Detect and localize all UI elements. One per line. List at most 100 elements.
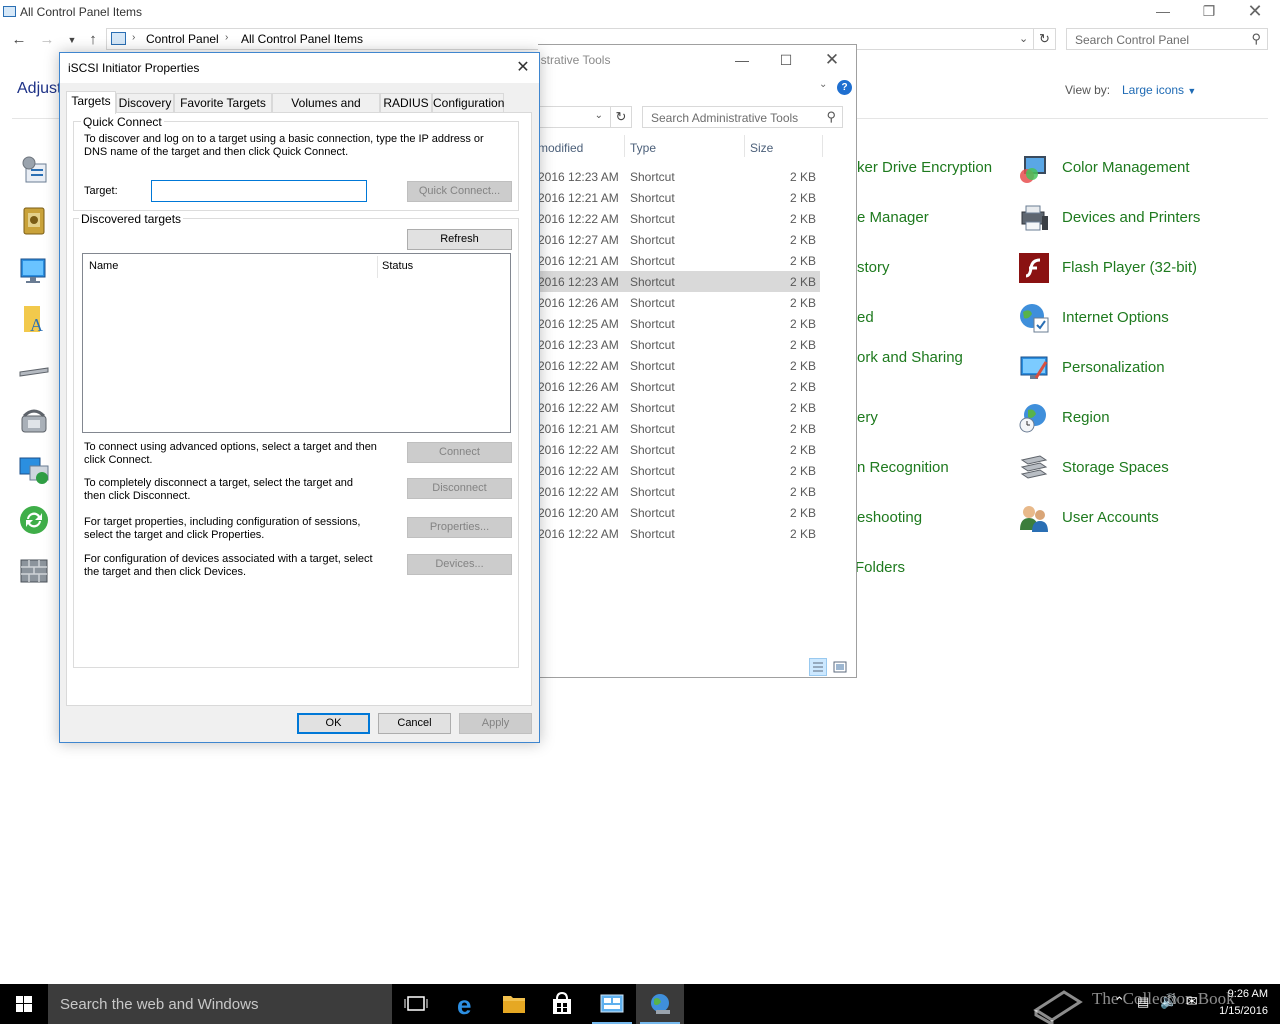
cp-item-personalization[interactable]: Personalization [1062,359,1165,376]
cp-item-file-history[interactable]: story [857,259,890,276]
store-icon[interactable] [538,984,586,1024]
cp-item-region[interactable]: Region [1062,409,1110,426]
control-panel-taskbar-icon[interactable] [588,984,636,1024]
tab-configuration[interactable]: Configuration [432,93,504,113]
file-list-row[interactable]: 2016 12:26 AM Shortcut 2 KB [538,292,820,313]
file-list-row[interactable]: 2016 12:26 AM Shortcut 2 KB [538,376,820,397]
taskbar-search-box[interactable]: Search the web and Windows [48,984,392,1024]
devices-button[interactable]: Devices... [407,554,512,575]
column-divider[interactable] [822,135,823,157]
close-button[interactable]: ✕ [1232,0,1278,24]
file-list-row[interactable]: 2016 12:25 AM Shortcut 2 KB [538,313,820,334]
file-list-row[interactable]: 2016 12:20 AM Shortcut 2 KB [538,502,820,523]
cp-item-work-folders[interactable]: Folders [855,559,905,576]
cp-item-devices-and-printers[interactable]: Devices and Printers [1062,209,1200,226]
file-list-row[interactable]: 2016 12:22 AM Shortcut 2 KB [538,481,820,502]
large-icons-view-icon[interactable] [831,658,849,676]
quick-connect-button[interactable]: Quick Connect... [407,181,512,202]
address-dropdown-chevron-icon[interactable]: ⌄ [595,110,603,121]
cp-item-credential-manager[interactable]: e Manager [857,209,929,226]
details-view-icon[interactable] [809,658,827,676]
tab-favorite-targets[interactable]: Favorite Targets [174,93,272,113]
cp-item-network-sharing[interactable]: ork and Sharing [857,349,963,366]
up-arrow-icon[interactable]: ↑ [83,30,103,50]
file-list-row[interactable]: 2016 12:21 AM Shortcut 2 KB [538,250,820,271]
ribbon-expand-chevron-icon[interactable]: ⌄ [819,79,827,90]
address-dropdown-chevron-icon[interactable]: ⌄ [1019,32,1028,45]
tab-volumes-and-devices[interactable]: Volumes and Devices [272,93,380,128]
user-accounts-icon[interactable] [1018,502,1050,534]
file-list-row[interactable]: 2016 12:21 AM Shortcut 2 KB [538,418,820,439]
fonts-icon[interactable]: A [18,304,50,336]
file-list-row[interactable]: 2016 12:22 AM Shortcut 2 KB [538,355,820,376]
file-list-row[interactable]: 2016 12:27 AM Shortcut 2 KB [538,229,820,250]
cp-item-keyboard-related[interactable]: ed [857,309,874,326]
start-button[interactable] [0,984,48,1024]
file-list-row[interactable]: 2016 12:22 AM Shortcut 2 KB [538,397,820,418]
column-header-type[interactable]: Type [630,141,656,155]
admin-tools-search-input[interactable]: Search Administrative Tools ⚲ [642,106,843,128]
tab-targets[interactable]: Targets [66,91,116,114]
forward-arrow-icon[interactable]: → [37,30,57,50]
view-by-dropdown[interactable]: Large icons ▼ [1122,83,1196,97]
refresh-icon[interactable]: ↻ [1034,28,1056,50]
action-center-icon[interactable] [18,154,50,186]
file-list-row[interactable]: 2016 12:21 AM Shortcut 2 KB [538,187,820,208]
backup-restore-icon[interactable] [18,204,50,236]
cp-item-troubleshooting[interactable]: eshooting [857,509,922,526]
restore-button[interactable]: ❐ [1186,0,1232,24]
target-input[interactable] [151,180,367,202]
region-icon[interactable] [1018,402,1050,434]
file-explorer-icon[interactable] [490,984,538,1024]
task-view-icon[interactable] [392,984,440,1024]
ok-button[interactable]: OK [297,713,370,734]
tab-radius[interactable]: RADIUS [380,93,432,113]
edge-browser-icon[interactable]: e [442,984,490,1024]
cp-item-speech-recognition[interactable]: n Recognition [857,459,949,476]
file-list-row[interactable]: 2016 12:22 AM Shortcut 2 KB [538,460,820,481]
disconnect-button[interactable]: Disconnect [407,478,512,499]
color-management-icon[interactable] [1018,152,1050,184]
cp-item-color-management[interactable]: Color Management [1062,159,1190,176]
admin-tools-close-button[interactable]: ✕ [810,47,854,75]
column-header-name[interactable]: Name [89,260,118,272]
column-header-date-modified[interactable]: modified [538,141,583,155]
cp-item-storage-spaces[interactable]: Storage Spaces [1062,459,1169,476]
cp-item-user-accounts[interactable]: User Accounts [1062,509,1159,526]
sync-center-icon[interactable] [18,504,50,536]
refresh-button[interactable]: Refresh [407,229,512,250]
column-divider[interactable] [744,135,745,157]
breadcrumb-all-items[interactable]: All Control Panel Items [241,32,363,46]
personalization-icon[interactable] [1018,352,1050,384]
iscsi-initiator-taskbar-icon[interactable] [636,984,684,1024]
cp-item-flash-player[interactable]: Flash Player (32-bit) [1062,259,1197,276]
devices-and-printers-icon[interactable] [1018,202,1050,234]
internet-options-icon[interactable] [1018,302,1050,334]
column-divider[interactable] [624,135,625,157]
file-list-row[interactable]: 2016 12:23 AM Shortcut 2 KB [538,271,820,292]
remoteapp-icon[interactable] [18,454,50,486]
cp-item-recovery[interactable]: ery [857,409,878,426]
control-panel-search-input[interactable]: Search Control Panel ⚲ [1066,28,1268,50]
breadcrumb-control-panel[interactable]: Control Panel [146,32,219,46]
clock-time[interactable]: 9:26 AM [1212,988,1268,1000]
file-list-row[interactable]: 2016 12:22 AM Shortcut 2 KB [538,208,820,229]
flash-player-icon[interactable] [1018,252,1050,284]
connect-button[interactable]: Connect [407,442,512,463]
display-icon[interactable] [18,254,50,286]
windows-firewall-icon[interactable] [18,554,50,586]
column-header-size[interactable]: Size [750,141,773,155]
tab-discovery[interactable]: Discovery [116,93,174,113]
cp-item-bitlocker[interactable]: ker Drive Encryption [857,159,992,176]
phone-and-modem-icon[interactable] [18,404,50,436]
properties-button[interactable]: Properties... [407,517,512,538]
dialog-close-icon[interactable]: ✕ [508,55,538,81]
minimize-button[interactable]: — [1140,0,1186,24]
file-list-row[interactable]: 2016 12:23 AM Shortcut 2 KB [538,334,820,355]
admin-tools-maximize-button[interactable]: ☐ [764,47,808,75]
column-header-status[interactable]: Status [382,260,413,272]
cp-item-internet-options[interactable]: Internet Options [1062,309,1169,326]
file-list-row[interactable]: 2016 12:22 AM Shortcut 2 KB [538,523,820,544]
keyboard-icon[interactable] [18,354,50,386]
recent-locations-chevron-icon[interactable]: ▼ [62,30,82,50]
